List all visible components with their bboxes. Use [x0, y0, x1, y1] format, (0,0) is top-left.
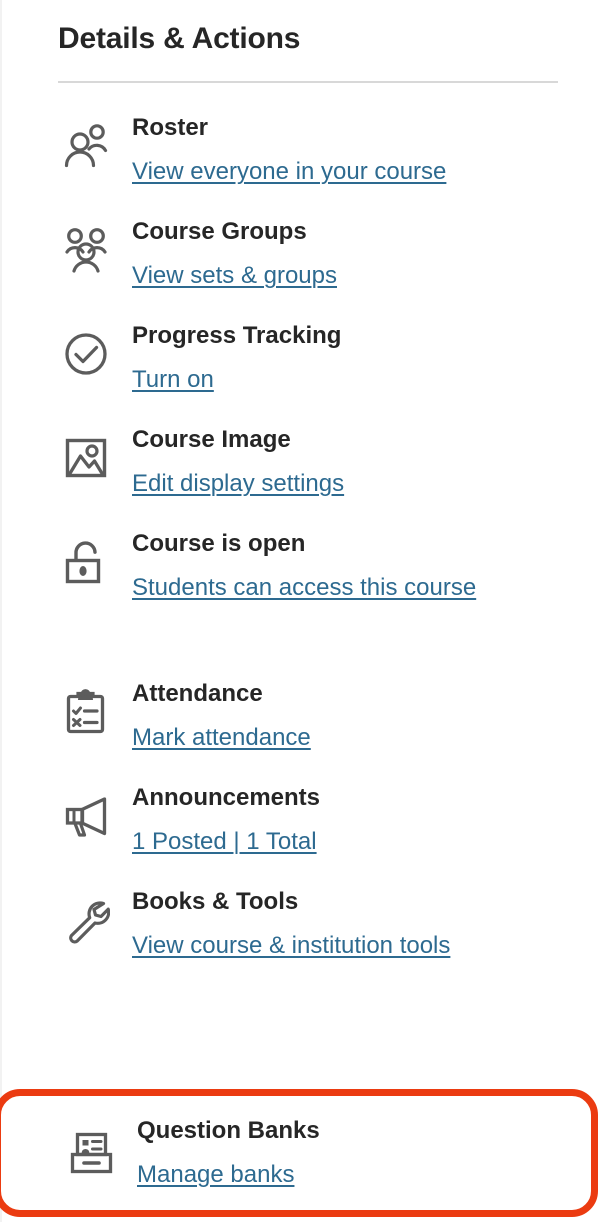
clipboard-checklist-icon [58, 684, 114, 740]
image-picture-icon [58, 430, 114, 486]
title-divider [58, 81, 558, 83]
detail-row-text: Course is open Students can access this c… [132, 522, 532, 611]
detail-row-title: Books & Tools [132, 888, 299, 915]
roster-people-icon [58, 118, 114, 174]
detail-row-text: Attendance Mark attendance [132, 672, 532, 761]
detail-row-link-course-groups[interactable]: View sets & groups [132, 262, 337, 289]
detail-row-text: Course Image Edit display settings [132, 418, 532, 507]
detail-row-progress-tracking[interactable]: Progress Tracking Turn on [2, 314, 604, 418]
detail-row-attendance[interactable]: Attendance Mark attendance [2, 672, 604, 776]
detail-row-text: Progress Tracking Turn on [132, 314, 532, 403]
detail-row-course-is-open[interactable]: Course is open Students can access this c… [2, 522, 604, 672]
detail-row-announcements[interactable]: Announcements 1 Posted | 1 Total [2, 776, 604, 880]
detail-row-link-question-banks[interactable]: Manage banks [137, 1161, 294, 1188]
detail-row-title: Course is open [132, 530, 306, 557]
detail-row-link-course-is-open[interactable]: Students can access this course [132, 574, 476, 601]
detail-row-text: Books & Tools View course & institution t… [132, 880, 532, 969]
megaphone-icon [58, 788, 114, 844]
detail-row-books-and-tools[interactable]: Books & Tools View course & institution t… [2, 880, 604, 1030]
detail-row-link-books-and-tools[interactable]: View course & institution tools [132, 932, 450, 959]
page-title: Details & Actions [58, 22, 301, 55]
check-circle-icon [58, 326, 114, 382]
detail-row-link-progress-tracking[interactable]: Turn on [132, 366, 214, 393]
course-groups-people-icon [58, 222, 114, 278]
detail-row-roster[interactable]: Roster View everyone in your course [2, 106, 604, 210]
question-banks-drawer-icon [63, 1125, 119, 1181]
detail-row-text: Announcements 1 Posted | 1 Total [132, 776, 532, 865]
detail-row-title: Attendance [132, 680, 263, 707]
detail-row-course-groups[interactable]: Course Groups View sets & groups [2, 210, 604, 314]
detail-row-title: Progress Tracking [132, 322, 342, 349]
detail-row-title: Announcements [132, 784, 321, 811]
details-actions-list: Roster View everyone in your course Course… [2, 106, 604, 1030]
detail-row-text: Course Groups View sets & groups [132, 210, 532, 299]
detail-row-title: Course Groups [132, 218, 307, 245]
detail-row-link-course-image[interactable]: Edit display settings [132, 470, 344, 497]
details-and-actions-panel: Details & Actions Roster View everyone in… [0, 0, 604, 1222]
detail-row-question-banks[interactable]: Question Banks Manage banks [1, 1096, 591, 1210]
unlock-open-padlock-icon [58, 534, 114, 590]
detail-row-link-announcements[interactable]: 1 Posted | 1 Total [132, 828, 317, 855]
detail-row-text: Roster View everyone in your course [132, 106, 532, 195]
detail-row-title: Question Banks [137, 1116, 320, 1144]
highlight-outline-question-banks: Question Banks Manage banks [0, 1089, 598, 1217]
detail-row-title: Roster [132, 114, 209, 141]
detail-row-title: Course Image [132, 426, 291, 453]
detail-row-link-attendance[interactable]: Mark attendance [132, 724, 311, 751]
detail-row-course-image[interactable]: Course Image Edit display settings [2, 418, 604, 522]
detail-row-text: Question Banks Manage banks [137, 1109, 537, 1198]
detail-row-link-roster[interactable]: View everyone in your course [132, 158, 446, 185]
wrench-icon [58, 892, 114, 948]
